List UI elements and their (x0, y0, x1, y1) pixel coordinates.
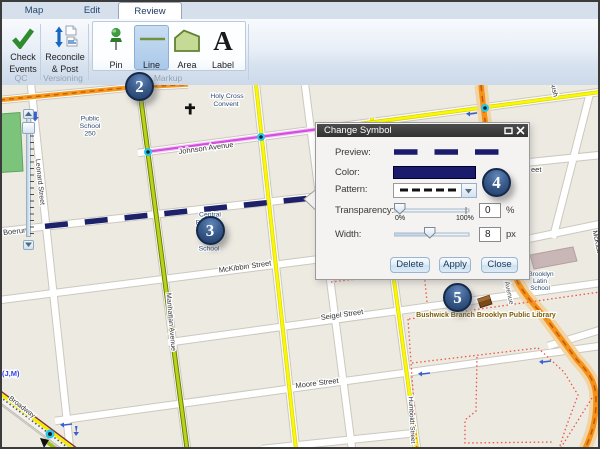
svg-text:Holy Cross: Holy Cross (210, 93, 244, 100)
svg-text:Bushwick Branch Brooklyn Publi: Bushwick Branch Brooklyn Public Library (416, 312, 556, 319)
svg-text:School: School (80, 123, 101, 130)
svg-text:School: School (530, 285, 550, 292)
svg-text:eet: eet (531, 165, 542, 174)
svg-text:Convent: Convent (213, 101, 238, 108)
svg-text:250: 250 (84, 131, 96, 138)
svg-text:McKibb: McKibb (591, 230, 598, 254)
svg-text:Public: Public (81, 116, 100, 123)
svg-text:(J,M): (J,M) (2, 369, 20, 378)
svg-text:Brooklyn: Brooklyn (528, 271, 554, 278)
svg-text:School: School (199, 246, 220, 253)
svg-text:Latin: Latin (533, 278, 547, 285)
